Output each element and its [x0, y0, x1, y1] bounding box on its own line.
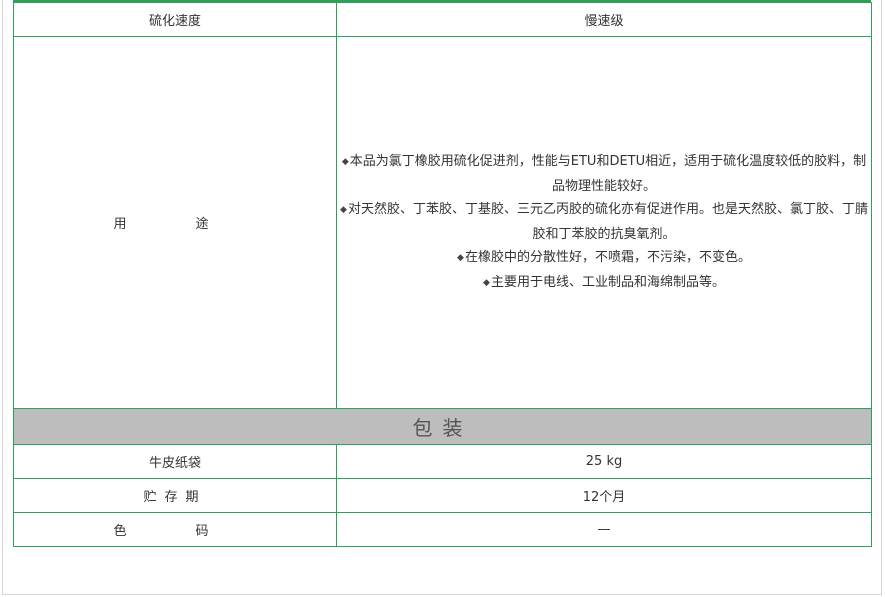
row-value: 25 kg: [336, 444, 872, 479]
row-label: 贮存期: [13, 478, 337, 513]
table-row-color-code: 色 码 —: [13, 512, 872, 547]
table-row-storage: 贮存期 12个月: [13, 478, 872, 513]
diamond-bullet-icon: ◆: [457, 252, 464, 263]
diamond-bullet-icon: ◆: [483, 277, 490, 288]
spec-table: 硫化速度 慢速级 用 途 ◆本品为氯丁橡胶用硫化促进剂，性能与ETU和DETU相…: [13, 2, 872, 547]
usage-item: ◆本品为氯丁橡胶用硫化促进剂，性能与ETU和DETU相近，适用于硫化温度较低的胶…: [341, 153, 867, 194]
diamond-bullet-icon: ◆: [341, 156, 349, 167]
usage-item: ◆主要用于电线、工业制品和海绵制品等。: [483, 274, 725, 290]
packaging-section-header: 包装: [13, 408, 872, 445]
row-value: 12个月: [336, 478, 872, 513]
usage-item: ◆对天然胶、丁苯胶、丁基胶、三元乙丙胶的硫化亦有促进作用。也是天然胶、氯丁胶、丁…: [340, 201, 868, 242]
row-label: 牛皮纸袋: [13, 444, 337, 479]
row-label: 用 途: [13, 36, 337, 409]
table-row-bag: 牛皮纸袋 25 kg: [13, 444, 872, 479]
row-label: 硫化速度: [13, 2, 337, 37]
row-label: 色 码: [13, 512, 337, 547]
usage-description: ◆本品为氯丁橡胶用硫化促进剂，性能与ETU和DETU相近，适用于硫化温度较低的胶…: [336, 36, 872, 409]
diamond-bullet-icon: ◆: [340, 204, 347, 215]
table-row-vulcanization-speed: 硫化速度 慢速级: [13, 2, 872, 37]
row-value: —: [336, 512, 872, 547]
table-row-usage: 用 途 ◆本品为氯丁橡胶用硫化促进剂，性能与ETU和DETU相近，适用于硫化温度…: [13, 36, 872, 409]
row-value: 慢速级: [336, 2, 872, 37]
usage-item: ◆在橡胶中的分散性好，不喷霜，不污染，不变色。: [457, 249, 751, 265]
packaging-title: 包装: [13, 408, 872, 445]
